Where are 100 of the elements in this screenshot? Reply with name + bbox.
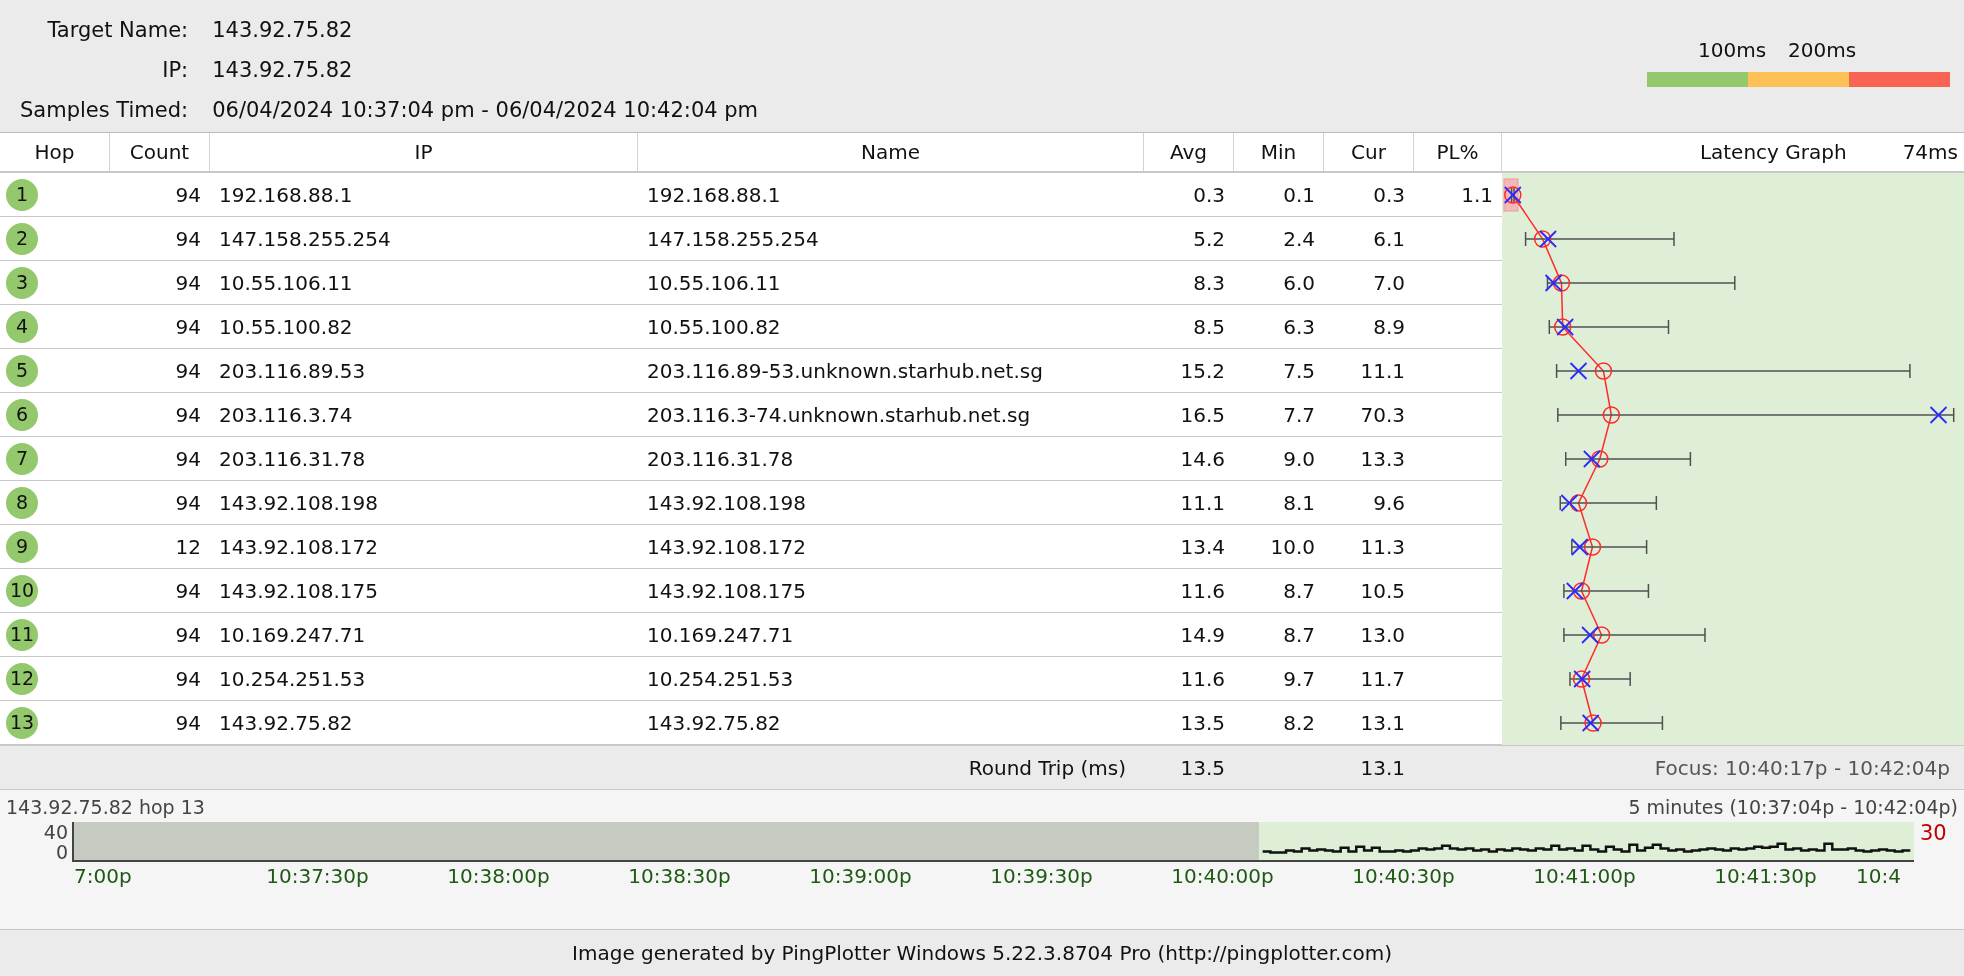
focus-range: Focus: 10:40:17p - 10:42:04p [1654,754,1950,782]
summary-label: IP: [161,57,189,84]
table-cell-text: 94 [175,577,201,605]
footer-text: Image generated by PingPlotter Windows 5.22.3.8704 Pro (http://pingplotter.com) [572,940,1392,967]
table-cell-text: 94 [175,225,201,253]
table-cell-text: 143.92.108.198 [647,489,807,517]
table-cell-text: 94 [175,445,201,473]
hop-badge: 11 [6,618,39,651]
x-axis-label: 10:38:30p [628,863,731,890]
hop-badge: 2 [6,222,38,255]
table-cell-text: 1.1 [1461,181,1493,209]
table-cell-text: 143.92.108.172 [219,533,379,561]
column-header[interactable]: PL% [1414,133,1502,171]
hop-badge: 10 [6,574,39,607]
table-cell-text: 8.7 [1283,621,1315,649]
hop-badge: 9 [6,530,38,563]
table-cell-text: 14.6 [1180,445,1225,473]
table-cell-text: 13.3 [1360,445,1405,473]
latency-range-drawing [1569,670,1631,688]
table-cell-text: 70.3 [1360,401,1405,429]
hop-badge: 13 [6,706,39,739]
table-cell-text: 10.55.106.11 [219,269,353,297]
hop-badge: 6 [6,398,38,431]
table-cell-text: 94 [175,357,201,385]
table-cell-text: 11.7 [1360,665,1405,693]
column-header[interactable]: Cur [1324,133,1414,171]
column-header[interactable]: Count [110,133,210,171]
graph-scale-label: 74ms [1902,139,1958,166]
table-cell-text: 13.1 [1360,709,1405,737]
table-cell-text: 9.0 [1283,445,1315,473]
table-cell-text: 8.2 [1283,709,1315,737]
table-cell-text: 203.116.89-53.unknown.starhub.net.sg [647,357,1043,385]
table-cell-text: 6.1 [1373,225,1405,253]
round-trip-average: 13.5 [1180,754,1225,782]
graph-title: Latency Graph [1699,139,1847,166]
table-cell-text: 10.254.251.53 [647,665,794,693]
table-cell-text: 6.0 [1283,269,1315,297]
table-cell-text: 11.6 [1180,577,1225,605]
table-cell-text: 10.55.100.82 [219,313,353,341]
table-cell-text: 94 [175,269,201,297]
hop-badge: 3 [6,266,38,299]
table-cell-text: 10.169.247.71 [647,621,794,649]
column-header[interactable]: IP [210,133,638,171]
table-cell-text: 11.6 [1180,665,1225,693]
hop-badge: 12 [6,662,39,695]
table-cell-text: 8.9 [1373,313,1405,341]
column-header[interactable]: Name [638,133,1144,171]
table-cell-text: 13.4 [1180,533,1225,561]
table-cell-text: 143.92.75.82 [219,709,353,737]
table-cell-text: 0.3 [1373,181,1405,209]
table-cell-text: 15.2 [1180,357,1225,385]
hop-badge: 1 [6,178,38,211]
table-cell-text: 147.158.255.254 [647,225,819,253]
hop-badge: 7 [6,442,38,475]
table-cell-text: 7.0 [1373,269,1405,297]
table-cell-text: 11.3 [1360,533,1405,561]
table-cell-text: 12 [175,533,201,561]
round-trip-current: 13.1 [1360,754,1405,782]
column-header[interactable]: Min [1234,133,1324,171]
table-cell-text: 94 [175,489,201,517]
x-axis-label: 10:41:00p [1533,863,1636,890]
table-cell-text: 203.116.89.53 [219,357,366,385]
table-cell-text: 203.116.3.74 [219,401,353,429]
table-cell-text: 8.3 [1193,269,1225,297]
column-header[interactable]: Hop [0,133,110,171]
time-range: 5 minutes (10:37:04p - 10:42:04p) [1628,795,1958,820]
table-cell-text: 147.158.255.254 [219,225,391,253]
table-cell-text: 13.5 [1180,709,1225,737]
table-cell-text: 203.116.31.78 [647,445,794,473]
latency-range-drawing [1503,186,1522,204]
table-cell-text: 7.5 [1283,357,1315,385]
table-cell-text: 143.92.108.175 [219,577,379,605]
x-axis-label: 10:39:30p [990,863,1093,890]
table-cell-text: 5.2 [1193,225,1225,253]
summary-value: 143.92.75.82 [212,17,354,44]
table-cell-text: 0.1 [1283,181,1315,209]
round-trip-label: Round Trip (ms) [968,754,1126,782]
table-cell-text: 9.7 [1283,665,1315,693]
table-cell-text: 0.3 [1193,181,1225,209]
legend-label: 100ms [1698,38,1767,62]
table-cell-text: 143.92.108.172 [647,533,807,561]
table-cell-text: 6.3 [1283,313,1315,341]
x-axis-label: 10:37:30p [266,863,369,890]
scale-label: 30 [1920,822,1947,847]
x-axis-label: 10:39:00p [809,863,912,890]
table-cell-text: 203.116.31.78 [219,445,366,473]
x-axis-label: 10:40:00p [1171,863,1274,890]
table-cell-text: 14.9 [1180,621,1225,649]
column-header[interactable]: Avg [1144,133,1234,171]
legend-label: 200ms [1788,38,1857,62]
table-cell-text: 94 [175,709,201,737]
x-axis-label: 10:4 [1856,863,1901,890]
table-cell-text: 192.168.88.1 [219,181,353,209]
table-cell-text: 10.254.251.53 [219,665,366,693]
table-cell-text: 94 [175,313,201,341]
table-cell-text: 143.92.75.82 [647,709,781,737]
table-cell-text: 94 [175,181,201,209]
table-cell-text: 10.55.106.11 [647,269,781,297]
table-cell-text: 143.92.108.198 [219,489,379,517]
y-axis-label: 40 [43,822,68,842]
